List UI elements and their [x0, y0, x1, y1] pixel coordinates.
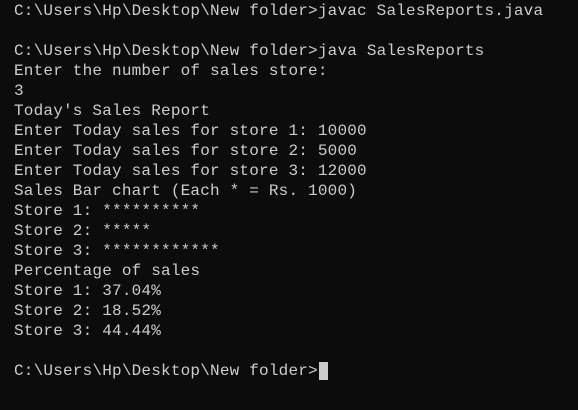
output-line: Percentage of sales: [14, 262, 201, 280]
output-line: Store 3: 44.44%: [14, 322, 162, 340]
output-line: Today's Sales Report: [14, 102, 211, 120]
output-line: Sales Bar chart (Each * = Rs. 1000): [14, 182, 358, 200]
output-line: Store 1: 37.04%: [14, 282, 162, 300]
output-line: Store 2: 18.52%: [14, 302, 162, 320]
terminal-window[interactable]: C:\Users\Hp\Desktop\New folder>javac Sal…: [0, 0, 578, 410]
output-line: Enter Today sales for store 1: 10000: [14, 122, 367, 140]
text-cursor: [318, 362, 328, 380]
output-line: C:\Users\Hp\Desktop\New folder>javac Sal…: [14, 2, 544, 20]
output-line: Enter the number of sales store:: [14, 62, 328, 80]
output-line: Enter Today sales for store 3: 12000: [14, 162, 367, 180]
command-prompt-row[interactable]: C:\Users\Hp\Desktop\New folder>: [14, 361, 578, 381]
output-line: Store 2: *****: [14, 222, 152, 240]
output-line: Store 1: **********: [14, 202, 201, 220]
output-line: C:\Users\Hp\Desktop\New folder>java Sale…: [14, 42, 485, 60]
output-line: 3: [14, 82, 24, 100]
output-line: Store 3: ************: [14, 242, 220, 260]
prompt-text: C:\Users\Hp\Desktop\New folder>: [14, 362, 318, 380]
output-line: Enter Today sales for store 2: 5000: [14, 142, 358, 160]
